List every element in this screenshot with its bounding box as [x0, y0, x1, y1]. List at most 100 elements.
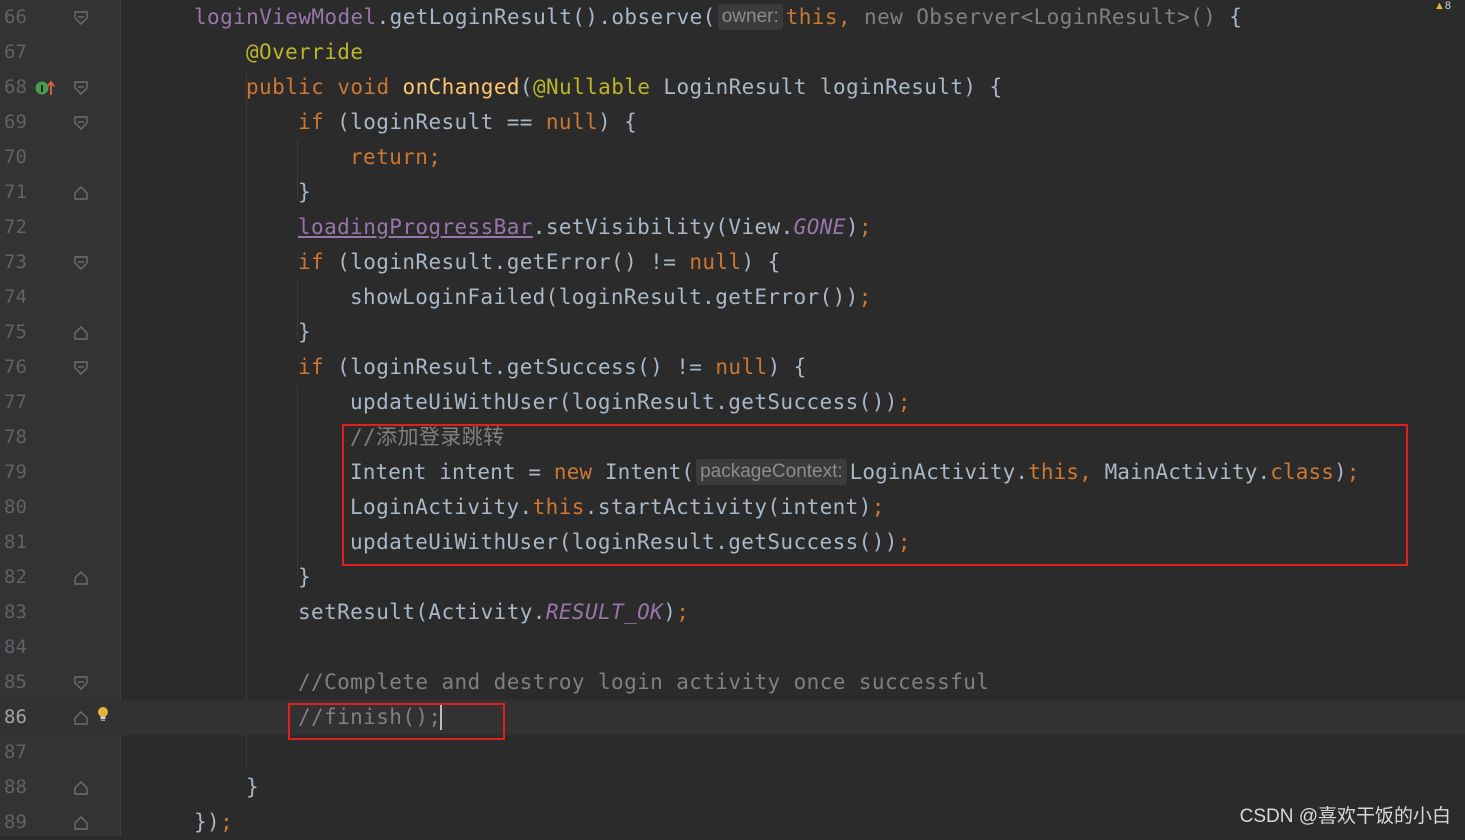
- warning-badge[interactable]: ▲8: [1434, 0, 1451, 12]
- code-text[interactable]: setResult(Activity.RESULT_OK);: [298, 595, 689, 630]
- code-line[interactable]: 75 }: [0, 315, 1465, 350]
- line-number: 72: [4, 216, 27, 238]
- code-token: setResult(Activity.: [298, 600, 546, 624]
- override-marker-icon[interactable]: I: [35, 78, 57, 102]
- code-line[interactable]: 70 return;: [0, 140, 1465, 175]
- code-token: void: [337, 75, 403, 99]
- code-token: ;: [220, 810, 234, 834]
- code-line[interactable]: 74 showLoginFailed(loginResult.getError(…: [0, 280, 1465, 315]
- watermark: CSDN @喜欢干饭的小白: [1239, 806, 1451, 827]
- code-comment: //Complete and destroy login activity on…: [298, 670, 990, 694]
- code-text[interactable]: updateUiWithUser(loginResult.getSuccess(…: [350, 385, 911, 420]
- line-number: 66: [4, 6, 27, 28]
- warning-triangle-icon: ▲: [1433, 0, 1445, 12]
- code-line[interactable]: 69 if (loginResult == null) {: [0, 105, 1465, 140]
- fold-close-icon[interactable]: [73, 815, 89, 831]
- fold-open-icon[interactable]: [73, 10, 89, 26]
- code-text[interactable]: //Complete and destroy login activity on…: [298, 665, 989, 700]
- code-token: ;: [676, 600, 690, 624]
- code-text[interactable]: if (loginResult.getError() != null) {: [298, 245, 781, 280]
- line-number: 76: [4, 356, 27, 378]
- code-text[interactable]: }: [298, 175, 311, 210]
- code-token: ): [663, 600, 677, 624]
- code-token: .setVisibility(View.: [532, 215, 794, 239]
- line-number: 73: [4, 251, 27, 273]
- line-number: 83: [4, 601, 27, 623]
- code-token: ): [845, 215, 859, 239]
- code-line[interactable]: 71 }: [0, 175, 1465, 210]
- code-line[interactable]: 73 if (loginResult.getError() != null) {: [0, 245, 1465, 280]
- code-line[interactable]: 76 if (loginResult.getSuccess() != null)…: [0, 350, 1465, 385]
- code-line[interactable]: 84: [0, 630, 1465, 665]
- code-line[interactable]: 72 loadingProgressBar.setVisibility(View…: [0, 210, 1465, 245]
- line-number: 70: [4, 146, 27, 168]
- warning-count: 8: [1444, 0, 1451, 12]
- line-number: 77: [4, 391, 27, 413]
- code-text[interactable]: return;: [350, 140, 441, 175]
- code-token: ;: [897, 390, 911, 414]
- fold-close-icon[interactable]: [73, 325, 89, 341]
- code-editor[interactable]: 66 loginViewModel.getLoginResult().obser…: [0, 0, 1465, 836]
- fold-close-icon[interactable]: [73, 185, 89, 201]
- line-number: 88: [4, 776, 27, 798]
- fold-open-icon[interactable]: [73, 255, 89, 271]
- code-text[interactable]: loadingProgressBar.setVisibility(View.GO…: [298, 210, 872, 245]
- code-text[interactable]: }: [298, 560, 311, 595]
- line-number: 79: [4, 461, 27, 483]
- fold-open-icon[interactable]: [73, 80, 89, 96]
- code-line[interactable]: 68 I public void onChanged(@Nullable Log…: [0, 70, 1465, 105]
- code-line[interactable]: 67 @Override: [0, 35, 1465, 70]
- code-token: (loginResult.getError() !=: [337, 250, 690, 274]
- code-token: loadingProgressBar: [298, 215, 533, 239]
- code-token: {: [1229, 5, 1243, 29]
- fold-open-icon[interactable]: [73, 115, 89, 131]
- code-line-current[interactable]: 86 //finish();: [0, 700, 1465, 735]
- code-text[interactable]: if (loginResult == null) {: [298, 105, 637, 140]
- fold-close-icon[interactable]: [73, 570, 89, 586]
- fold-close-icon[interactable]: [73, 710, 89, 726]
- code-line[interactable]: 66 loginViewModel.getLoginResult().obser…: [0, 0, 1465, 35]
- code-text[interactable]: @Override: [246, 35, 363, 70]
- parameter-hint: owner:: [717, 4, 783, 30]
- fold-open-icon[interactable]: [73, 675, 89, 691]
- line-number: 82: [4, 566, 27, 588]
- line-number: 71: [4, 181, 27, 203]
- code-line[interactable]: 88 }: [0, 770, 1465, 805]
- code-text[interactable]: });: [194, 805, 233, 840]
- code-token: ;: [858, 215, 872, 239]
- code-token: ) {: [598, 110, 638, 134]
- line-number: 69: [4, 111, 27, 133]
- code-line[interactable]: 85 //Complete and destroy login activity…: [0, 665, 1465, 700]
- code-token: RESULT_OK: [545, 600, 664, 624]
- code-token: LoginResult loginResult) {: [650, 75, 1003, 99]
- code-token: GONE: [793, 215, 846, 239]
- code-token: Observer<LoginResult>(): [916, 5, 1230, 29]
- code-token: (loginResult ==: [337, 110, 546, 134]
- code-token: public: [246, 75, 338, 99]
- code-token: if: [298, 250, 338, 274]
- line-number: 75: [4, 321, 27, 343]
- code-token: onChanged: [402, 75, 520, 99]
- line-number: 81: [4, 531, 27, 553]
- code-line[interactable]: 77 updateUiWithUser(loginResult.getSucce…: [0, 385, 1465, 420]
- code-token: ;: [858, 285, 872, 309]
- code-text[interactable]: }: [298, 315, 311, 350]
- fold-close-icon[interactable]: [73, 780, 89, 796]
- code-token: @Nullable: [532, 75, 651, 99]
- code-token: null: [545, 110, 599, 134]
- code-line[interactable]: 83 setResult(Activity.RESULT_OK);: [0, 595, 1465, 630]
- lightbulb-icon[interactable]: [96, 705, 110, 727]
- code-token: ) {: [767, 355, 807, 379]
- line-number: 86: [4, 706, 27, 728]
- code-text[interactable]: public void onChanged(@Nullable LoginRes…: [246, 70, 1003, 105]
- code-text[interactable]: loginViewModel.getLoginResult().observe(…: [194, 0, 1242, 35]
- code-text[interactable]: if (loginResult.getSuccess() != null) {: [298, 350, 807, 385]
- code-text[interactable]: showLoginFailed(loginResult.getError());: [350, 280, 872, 315]
- code-token: new: [864, 5, 917, 29]
- code-token: if: [298, 355, 338, 379]
- line-number: 89: [4, 811, 27, 833]
- fold-open-icon[interactable]: [73, 360, 89, 376]
- code-text[interactable]: }: [246, 770, 259, 805]
- code-line[interactable]: 87: [0, 735, 1465, 770]
- line-number: 80: [4, 496, 27, 518]
